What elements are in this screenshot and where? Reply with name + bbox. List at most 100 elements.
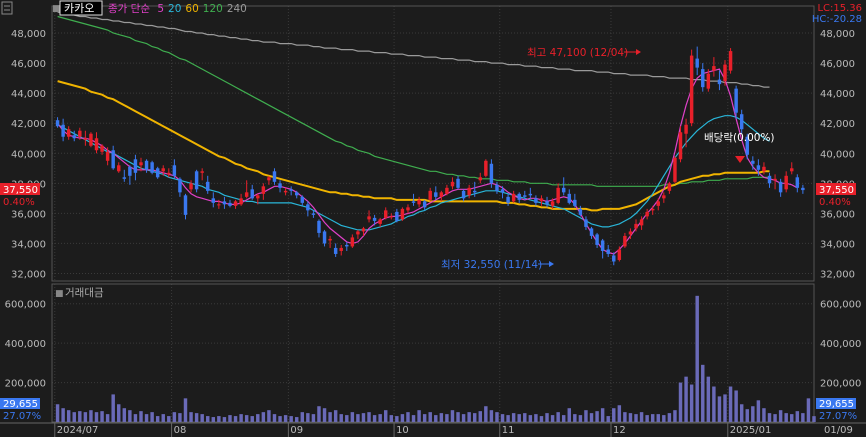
candle-body — [422, 201, 427, 208]
volume-bar — [155, 416, 160, 422]
stock-chart[interactable]: 48,00046,00044,00042,00040,00038,00036,0… — [0, 0, 866, 437]
volume-bar — [378, 414, 382, 422]
candle-body — [534, 198, 538, 203]
volume-bar — [589, 413, 594, 422]
candle-body — [72, 135, 76, 139]
volume-bar — [272, 414, 277, 422]
volume-bar — [612, 408, 616, 422]
volume-bar — [756, 400, 761, 422]
volume-bar — [239, 414, 243, 422]
volume-bar — [584, 410, 588, 422]
date-tick-label: 10 — [396, 425, 409, 436]
candle-body — [383, 210, 388, 218]
candle-body — [617, 249, 622, 260]
volume-bar — [573, 414, 577, 422]
candle-body — [650, 208, 655, 211]
date-tick-label: 2025/01 — [730, 425, 772, 436]
volume-bar — [345, 415, 349, 422]
candle-body — [361, 228, 366, 232]
candle-body — [350, 237, 355, 247]
lc-readout: LC:15.36 — [817, 3, 862, 14]
volume-bar — [656, 414, 660, 422]
candle-body — [434, 192, 438, 197]
price-tick-label: 42,000 — [11, 119, 46, 130]
volume-bar — [528, 415, 533, 422]
volume-bar — [773, 414, 777, 422]
candle-body — [801, 187, 805, 191]
candle-body — [739, 114, 744, 130]
volume-bar — [523, 413, 527, 422]
volume-bar — [539, 416, 544, 422]
volume-bar — [801, 413, 805, 422]
volume-bar — [206, 416, 210, 422]
candle-body — [589, 228, 594, 236]
price-tick-label: 42,000 — [820, 119, 855, 130]
volume-bar — [89, 410, 93, 422]
volume-bar — [790, 414, 794, 422]
candle-body — [595, 234, 599, 245]
right-price-axis: 48,00046,00044,00042,00040,00038,00036,0… — [820, 29, 855, 280]
candle-body — [762, 166, 766, 172]
candle-body — [500, 189, 505, 193]
volume-bar — [350, 412, 355, 422]
volume-bar — [400, 414, 405, 422]
date-tick-label: 11 — [502, 425, 515, 436]
volume-bar — [556, 412, 560, 422]
candle-body — [295, 192, 299, 196]
candle-body — [628, 231, 633, 235]
volume-bar — [595, 411, 599, 422]
candle-body — [550, 201, 555, 206]
candle-body — [712, 66, 716, 71]
candle-body — [406, 207, 410, 211]
candle-body — [767, 175, 772, 184]
volume-bar — [434, 415, 438, 422]
candle-body — [662, 195, 666, 199]
candle-body — [261, 186, 266, 194]
ma-legend-period: 240 — [227, 3, 247, 15]
candle-body — [94, 138, 99, 151]
volume-bar — [645, 415, 649, 422]
candle-body — [639, 219, 644, 226]
volume-bar — [122, 408, 127, 422]
volume-bar — [422, 414, 427, 422]
volume-bar — [228, 415, 232, 422]
volume-bar — [662, 415, 666, 422]
candle-body — [645, 211, 649, 217]
candle-body — [133, 159, 138, 173]
volume-bar — [762, 408, 766, 422]
candle-body — [495, 184, 499, 191]
menu-dot-icon[interactable]: ■ — [52, 4, 61, 14]
volume-tick-label: 600,000 — [820, 300, 861, 311]
current-price-badge-right: 37,550 0.40% — [816, 183, 856, 208]
candle-body — [378, 219, 382, 224]
volume-bar — [167, 416, 171, 422]
volume-bar — [806, 398, 811, 422]
candle-body — [461, 190, 466, 199]
volume-bar — [445, 414, 449, 422]
volume-bar — [189, 412, 193, 422]
candle-body — [484, 160, 488, 176]
price-tick-label: 40,000 — [820, 149, 855, 160]
candle-body — [689, 55, 694, 124]
candle-body — [117, 165, 121, 172]
candle-body — [523, 195, 527, 197]
moving-average-legend[interactable]: 종가 단순 5 20 60 120 240 — [108, 3, 247, 15]
candle-body — [194, 171, 199, 190]
candle-body — [150, 162, 154, 173]
ma-legend-label: 종가 단순 — [108, 3, 153, 15]
price-tick-label: 32,000 — [820, 269, 855, 280]
price-badge-change: 0.40% — [819, 197, 851, 208]
volume-bar — [356, 414, 360, 422]
volume-bar — [333, 410, 338, 422]
volume-bar — [256, 414, 260, 422]
candle-body — [267, 177, 271, 181]
candle-body — [289, 189, 293, 191]
candle-body — [489, 163, 494, 184]
candle-body — [778, 181, 783, 193]
volume-bar — [456, 412, 460, 422]
volume-bar — [300, 412, 305, 422]
candle-body — [556, 187, 560, 203]
volume-bar — [161, 414, 165, 422]
candle-body — [561, 187, 566, 193]
date-tick-label: 01/09 — [824, 425, 853, 436]
